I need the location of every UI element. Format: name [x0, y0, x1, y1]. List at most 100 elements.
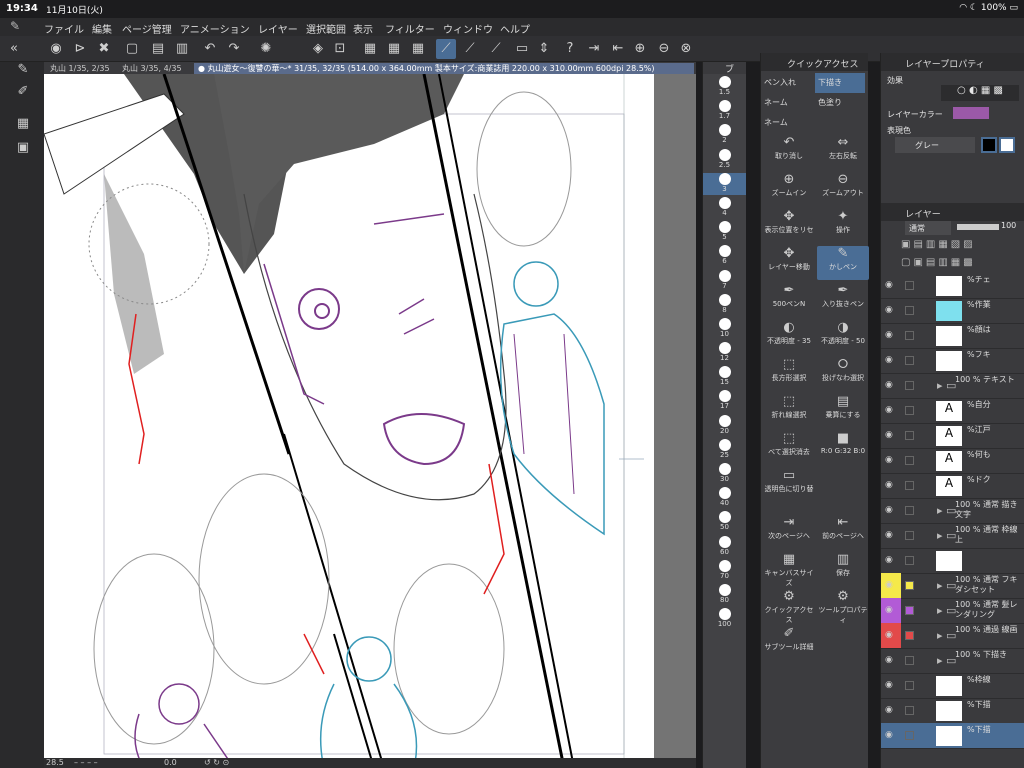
zoom-in-icon[interactable]: ⊕ [630, 39, 650, 59]
eye-icon[interactable]: ◉ [881, 573, 901, 598]
brush-size-item[interactable]: 25 [703, 438, 746, 461]
quick-access-set[interactable]: 下描き [815, 73, 865, 93]
layer-row[interactable]: ◉ %枠線 [881, 673, 1024, 699]
quick-access-item[interactable]: ⇥ 次のページへ [763, 515, 815, 549]
quick-access-item[interactable]: ✦ 操作 [817, 209, 869, 243]
layer-row[interactable]: ◉ A %何も [881, 448, 1024, 474]
eye-icon[interactable]: ◉ [885, 380, 893, 390]
close-icon[interactable]: ✖ [94, 39, 114, 59]
layer-row[interactable]: ◉ %フキ [881, 348, 1024, 374]
opacity-value[interactable]: 100 [1001, 221, 1016, 230]
brush-size-item[interactable]: 12 [703, 342, 746, 364]
stepper-icon[interactable]: ⇕ [534, 39, 554, 59]
brush-size-item[interactable]: 6 [703, 245, 746, 267]
canvas-area[interactable] [44, 74, 696, 768]
quick-access-item[interactable]: ◑ 不透明度 - 50 [817, 320, 869, 354]
eye-icon[interactable]: ◉ [885, 430, 893, 440]
white-swatch[interactable] [999, 137, 1015, 153]
eye-icon[interactable]: ◉ [885, 530, 893, 540]
lock-checkbox[interactable] [905, 481, 914, 490]
grid3-icon[interactable]: ▦ [408, 39, 428, 59]
layer-row[interactable]: ◉ %下描 [881, 698, 1024, 724]
export-icon[interactable]: ⇥ [584, 39, 604, 59]
quick-access-item[interactable]: ▦ キャンバスサイズ [763, 552, 815, 587]
lock-checkbox[interactable] [905, 331, 914, 340]
quick-access-item[interactable]: ↶ 取り消し [763, 135, 815, 169]
layer-row[interactable]: ◉ ▸ ▭ 100 % 通常 髪レンダリング [881, 598, 1024, 624]
layer-row[interactable]: ◉ A %自分 [881, 398, 1024, 424]
quick-access-set[interactable] [815, 113, 865, 133]
brush-size-item[interactable]: 1.5 [703, 76, 746, 98]
quick-access-set[interactable]: 色塗り [815, 93, 865, 113]
eye-icon[interactable]: ◉ [881, 598, 901, 623]
lock-checkbox[interactable] [905, 581, 914, 590]
save-icon[interactable]: ▥ [172, 39, 192, 59]
eye-icon[interactable]: ◉ [885, 405, 893, 415]
layer-row[interactable]: ◉ A %江戸 [881, 423, 1024, 449]
layer-color-swatch[interactable] [953, 107, 989, 119]
zoom-slider[interactable]: – – – – [74, 758, 98, 767]
lock-checkbox[interactable] [905, 531, 914, 540]
brush-size-item[interactable]: 2.5 [703, 148, 746, 171]
quick-access-item[interactable]: ▭ 透明色に切り替 [763, 468, 815, 502]
panel-icon[interactable]: ▦ [14, 116, 32, 134]
layer-row[interactable]: ◉ ▸ ▭ 100 % 下描き [881, 648, 1024, 674]
lock-checkbox[interactable] [905, 406, 914, 415]
menu-help[interactable]: ヘルプ [500, 21, 530, 36]
brush-size-item[interactable]: 20 [703, 414, 746, 437]
tab-doc-2[interactable]: 丸山 3/35, 4/35 [118, 63, 186, 74]
layer-action-icons[interactable]: ▣▤▥▦▧▨ [901, 239, 976, 250]
fill-icon[interactable]: ◈ [308, 39, 328, 59]
eye-icon[interactable]: ◉ [885, 505, 893, 515]
brush-size-item[interactable]: 5 [703, 221, 746, 243]
eye-icon[interactable]: ◉ [885, 280, 893, 290]
effect-buttons[interactable]: ○ ◐ ▦ ▩ [941, 85, 1019, 101]
rotate-value[interactable]: 0.0 [164, 758, 177, 767]
new-icon[interactable]: ▢ [122, 39, 142, 59]
app-logo-icon[interactable]: ✎ [10, 19, 26, 35]
lock-checkbox[interactable] [905, 606, 914, 615]
black-swatch[interactable] [981, 137, 997, 153]
layer-row[interactable]: ◉ A %ドク [881, 473, 1024, 499]
brush-size-item[interactable]: 3 [703, 172, 746, 195]
ruler-icon[interactable]: ⟋ [436, 39, 456, 59]
layer-row[interactable]: ◉ %顔は [881, 323, 1024, 349]
quick-access-item[interactable]: ◐ 不透明度 - 35 [763, 320, 815, 354]
eye-icon[interactable]: ◉ [885, 455, 893, 465]
layer-row[interactable]: ◉ %下描 [881, 723, 1024, 749]
brush-size-item[interactable]: 10 [703, 317, 746, 340]
eye-icon[interactable]: ◉ [885, 655, 893, 665]
brush-size-item[interactable]: 40 [703, 487, 746, 509]
lock-checkbox[interactable] [905, 706, 914, 715]
brush-size-item[interactable]: 30 [703, 463, 746, 485]
brush-size-item[interactable]: 4 [703, 196, 746, 219]
camera-icon[interactable]: ◉ [46, 39, 66, 59]
zoom-out-icon[interactable]: ⊖ [654, 39, 674, 59]
layer-row[interactable]: ◉ ▸ ▭ 100 % 通常 枠線上 [881, 523, 1024, 549]
quick-access-set[interactable]: ネーム [761, 113, 811, 133]
quick-access-item[interactable]: ✐ サブツール詳細 [763, 626, 815, 660]
eye-icon[interactable]: ◉ [885, 330, 893, 340]
brush-size-item[interactable]: 60 [703, 535, 746, 558]
lock-checkbox[interactable] [905, 381, 914, 390]
collapse-icon[interactable]: « [4, 39, 24, 59]
menu-window[interactable]: ウィンドウ [443, 21, 493, 36]
quick-access-item[interactable]: ■ R:0 G:32 B:0 [817, 431, 869, 465]
layer-row[interactable]: ◉ ▸ ▭ 100 % 通常 フキダシセット [881, 573, 1024, 599]
layout-icon[interactable]: ▭ [512, 39, 532, 59]
quick-access-item[interactable]: ⇔ 左右反転 [817, 135, 869, 169]
brush-size-item[interactable]: 80 [703, 583, 746, 606]
lock-checkbox[interactable] [905, 506, 914, 515]
menu-page[interactable]: ページ管理 [122, 21, 172, 36]
brush-size-item[interactable]: 100 [703, 608, 746, 630]
import-icon[interactable]: ⇤ [608, 39, 628, 59]
undo-icon[interactable]: ↶ [200, 39, 220, 59]
help-icon[interactable]: ? [560, 39, 580, 59]
brush-size-item[interactable]: 17 [703, 390, 746, 412]
menu-filter[interactable]: フィルター [385, 21, 435, 36]
zoom-value[interactable]: 28.5 [46, 758, 64, 767]
quick-access-item[interactable]: ⬚ べて選択消去 [763, 431, 815, 465]
expression-select[interactable]: グレー [895, 137, 975, 153]
menu-file[interactable]: ファイル [44, 21, 84, 36]
menu-selection[interactable]: 選択範囲 [306, 21, 346, 36]
